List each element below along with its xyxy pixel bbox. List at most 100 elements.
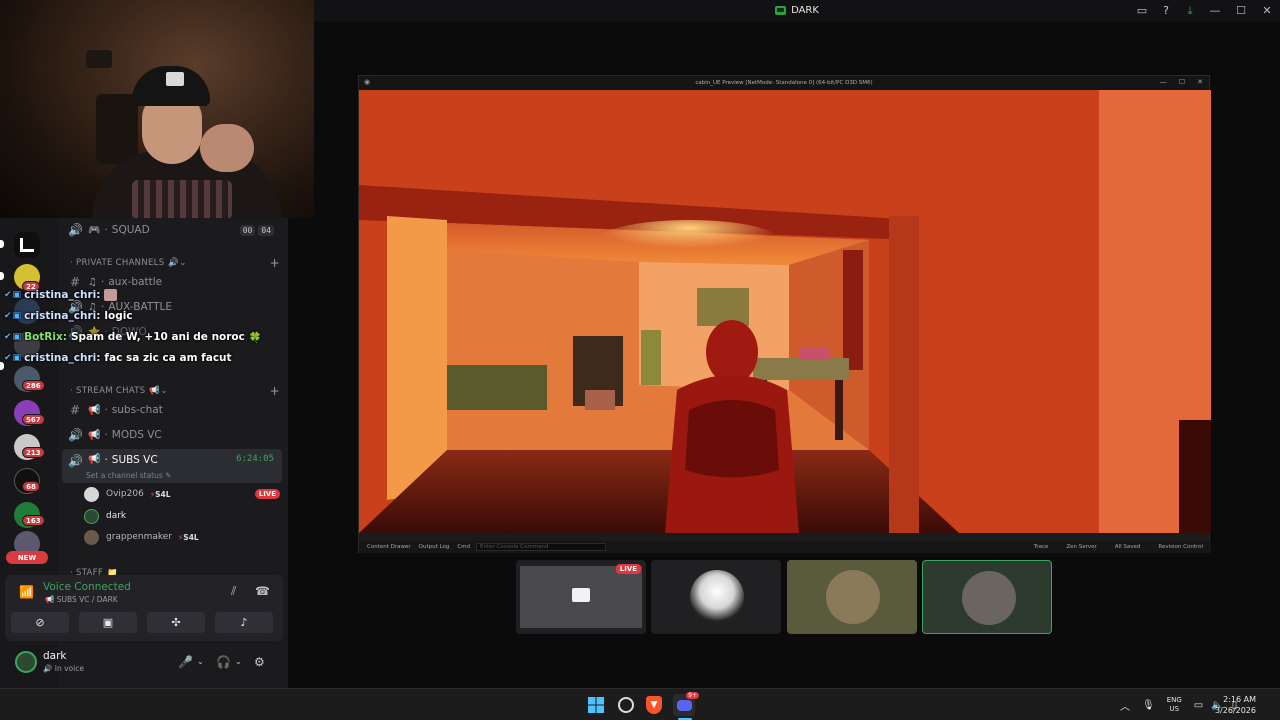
webcam-feed	[0, 0, 314, 218]
noise-suppression-icon[interactable]: ⫽	[231, 584, 236, 599]
server-indicator	[0, 240, 4, 248]
network-icon[interactable]: ▭	[1194, 700, 1203, 711]
app-logo-icon	[775, 6, 787, 15]
channel-status[interactable]: Set a channel status ✎	[86, 471, 171, 480]
channel-mods-vc[interactable]: 🔊 📢 · MODS VC	[62, 423, 282, 447]
new-pill[interactable]: NEW	[6, 551, 48, 564]
check-icon: ✔	[4, 290, 12, 300]
stream-tile[interactable]: LIVE	[516, 560, 646, 634]
settings-gear-icon[interactable]: ⚙	[254, 655, 265, 669]
cmd-dropdown[interactable]: Cmd	[457, 544, 470, 550]
voice-user-name: grappenmaker	[106, 532, 173, 542]
text-channel-icon: #	[69, 403, 81, 417]
voice-status[interactable]: Voice Connected	[43, 581, 131, 593]
all-saved-status[interactable]: All Saved	[1115, 544, 1141, 550]
scene-render	[359, 90, 1211, 533]
minimize-button[interactable]: —	[1202, 0, 1228, 21]
pencil-icon: ✎	[165, 471, 172, 480]
output-log-button[interactable]: Output Log	[419, 544, 450, 550]
participant-avatar	[962, 571, 1016, 625]
start-button[interactable]	[585, 694, 607, 716]
user-avatar[interactable]	[15, 651, 37, 673]
windows-logo-icon	[588, 697, 604, 713]
discord-logo-icon	[676, 699, 692, 711]
count-limit: 04	[258, 224, 274, 236]
category-label: PRIVATE CHANNELS	[76, 258, 165, 268]
channel-name: subs-chat	[111, 404, 163, 416]
channel-subs-chat[interactable]: # 📢 · subs-chat	[62, 398, 282, 422]
voice-user[interactable]: grappenmaker ⚡S4L	[84, 527, 280, 547]
add-channel-icon[interactable]: +	[270, 256, 280, 270]
trace-button[interactable]: Trace	[1034, 544, 1049, 550]
voice-user[interactable]: dark	[84, 506, 280, 526]
voice-user-name: dark	[106, 511, 127, 521]
participant-tile[interactable]	[651, 560, 781, 634]
download-icon[interactable]: ⤓	[1178, 0, 1202, 21]
obs-taskbar-icon[interactable]	[615, 694, 637, 716]
disconnect-icon[interactable]: ☎	[255, 584, 270, 598]
signal-icon: 📶	[19, 585, 34, 599]
headphones-icon[interactable]: 🎧	[216, 655, 231, 669]
in-voice-icon: 🔊	[43, 664, 53, 673]
check-icon: ✔	[4, 332, 12, 342]
screen-share-button[interactable]: ▣	[79, 612, 137, 633]
tray-overflow-icon[interactable]: ︿	[1120, 698, 1130, 713]
brave-taskbar-icon[interactable]: ▼	[646, 696, 662, 714]
editor-bottom-bar: Content Drawer Output Log Cmd Enter Cons…	[359, 541, 1211, 553]
server-home[interactable]	[14, 232, 40, 258]
category-stream-chats[interactable]: · STREAM CHATS 📢⌄ +	[70, 384, 280, 398]
chat-badges: ✔ ▣	[4, 332, 21, 342]
call-timer: 6:24:05	[236, 454, 274, 464]
participant-avatar	[690, 570, 744, 624]
chat-username: cristina_chri:	[24, 352, 101, 364]
soundboard-button[interactable]: ♪	[215, 612, 273, 633]
microphone-icon[interactable]: 🎤	[178, 655, 193, 669]
windows-taskbar: ▼ 9+ ︿ 🎙 ENG US ▭ 🔈 ▯ 2:16 AM 3/26/2026	[0, 688, 1280, 720]
chat-text: logic	[104, 310, 133, 322]
check-icon: ✔	[4, 353, 12, 363]
brave-lion-icon: ▼	[650, 700, 658, 710]
close-button[interactable]: ✕	[1254, 0, 1280, 21]
content-drawer-button[interactable]: Content Drawer	[367, 544, 411, 550]
voice-user[interactable]: Ovip206 ⚡S4L LIVE	[84, 484, 280, 504]
preview-title: cabin_UE Preview [NetMode: Standalone 0]…	[695, 80, 873, 86]
user-tag: ⚡S4L	[178, 532, 199, 542]
chat-badges: ✔ ▣	[4, 311, 21, 321]
channel-squad[interactable]: 🔊 🎮 · SQUAD 00 04	[62, 218, 282, 242]
zen-server-button[interactable]: Zen Server	[1066, 544, 1096, 550]
language-indicator[interactable]: ENG US	[1167, 696, 1182, 714]
camera-toggle-button[interactable]: ⊘	[11, 612, 69, 633]
server-badge: 286	[22, 380, 45, 391]
desktop: DARK ▭ ? ⤓ — ☐ ✕ 22 286 567 213 68 163 N…	[0, 0, 1280, 720]
editor-status-group: Trace Zen Server All Saved Revision Cont…	[1026, 544, 1203, 550]
category-private[interactable]: · PRIVATE CHANNELS 🔊⌄ +	[70, 256, 280, 270]
revision-control-button[interactable]: Revision Control	[1158, 544, 1203, 550]
chevron-down-icon[interactable]: ⌄	[235, 657, 242, 666]
participant-tile[interactable]	[787, 560, 917, 634]
game-viewport[interactable]	[359, 90, 1211, 533]
speaker-icon: 🔊⌄	[168, 258, 187, 268]
minimize-button[interactable]: —	[1160, 78, 1167, 86]
channel-name: SQUAD	[111, 224, 150, 236]
console-command-input[interactable]: Enter Console Command	[476, 543, 607, 551]
maximize-button[interactable]: ☐	[1179, 78, 1185, 86]
chevron-down-icon[interactable]: ⌄	[197, 657, 204, 666]
inbox-icon[interactable]: ▭	[1130, 0, 1154, 21]
participant-tile-active[interactable]	[922, 560, 1052, 634]
discord-taskbar-icon[interactable]: 9+	[673, 692, 699, 716]
live-badge: LIVE	[254, 489, 280, 499]
maximize-button[interactable]: ☐	[1228, 0, 1254, 21]
webcam-chair	[96, 94, 138, 164]
microphone-icon[interactable]: 🎙	[1142, 700, 1155, 711]
notification-badge: 9+	[686, 692, 699, 699]
activities-button[interactable]: ✣	[147, 612, 205, 633]
taskbar-clock[interactable]: 2:16 AM 3/26/2026	[1215, 694, 1256, 716]
add-channel-icon[interactable]: +	[270, 384, 280, 398]
close-button[interactable]: ✕	[1197, 78, 1203, 86]
check-icon: ✔	[4, 311, 12, 321]
chat-text: Spam de W, +10 ani de noroc	[70, 331, 245, 343]
window-title: DARK	[791, 5, 819, 16]
help-icon[interactable]: ?	[1154, 0, 1178, 21]
chat-username: BotRix:	[24, 331, 67, 343]
sub-badge-icon: ▣	[12, 353, 22, 363]
